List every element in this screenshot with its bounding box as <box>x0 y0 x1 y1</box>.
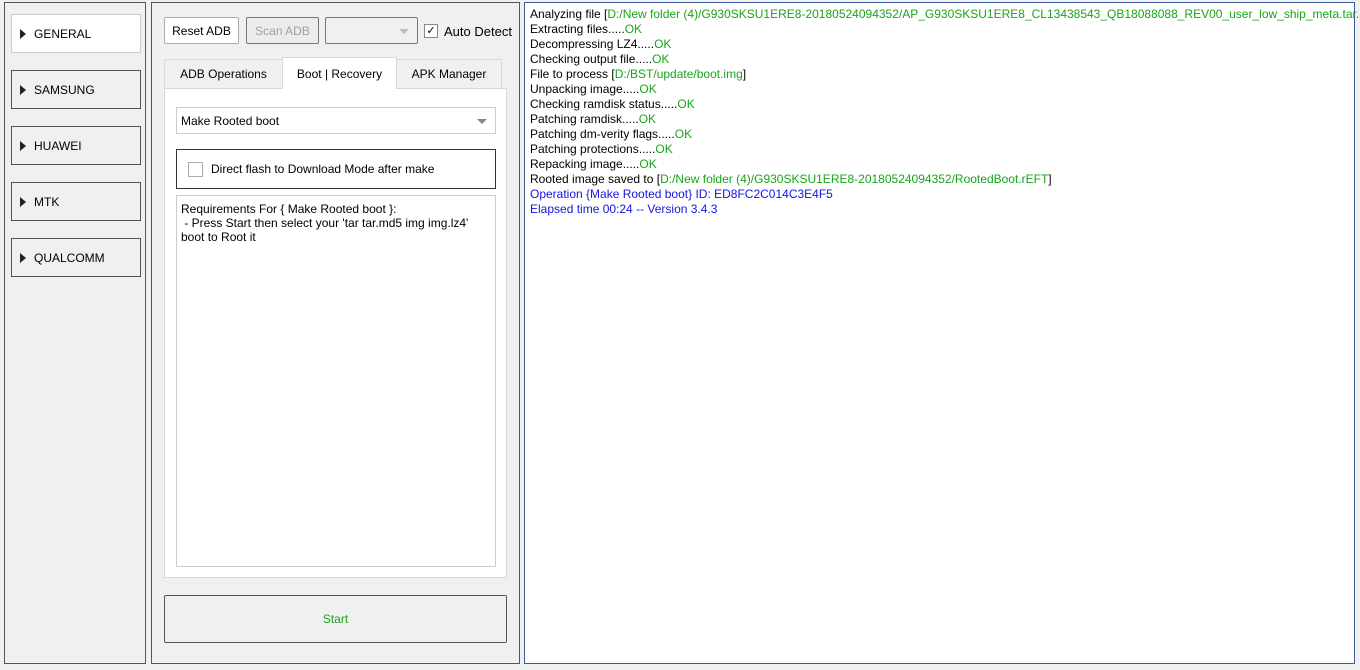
log-ok: OK <box>624 22 643 36</box>
log-line: Repacking image.....OK <box>530 157 1349 172</box>
requirements-line: boot to Root it <box>181 230 256 244</box>
expand-arrow-icon <box>20 252 26 263</box>
operations-panel: Reset ADB Scan ADB ✓ Auto Detect ADB Ope… <box>151 2 520 664</box>
log-ok: OK <box>654 37 672 51</box>
log-text: Analyzing file [ <box>530 7 608 21</box>
requirements-textbox[interactable]: Requirements For { Make Rooted boot }: -… <box>176 195 496 567</box>
expand-arrow-icon <box>20 196 26 207</box>
category-sidebar: GENERAL SAMSUNG HUAWEI MTK QUALCOMM <box>4 2 146 664</box>
log-line: Rooted image saved to [D:/New folder (4)… <box>530 172 1349 187</box>
chevron-down-icon <box>399 28 409 34</box>
log-text: Rooted image saved to [ <box>530 172 661 186</box>
log-line: Patching protections.....OK <box>530 142 1349 157</box>
log-ok: OK <box>677 97 695 111</box>
log-info-line: Elapsed time 00:24 -- Version 3.4.3 <box>530 202 718 216</box>
start-button[interactable]: Start <box>164 595 507 643</box>
log-line: File to process [D:/BST/update/boot.img] <box>530 67 1349 82</box>
log-line: Extracting files.....OK <box>530 22 1349 37</box>
log-ok: OK <box>639 82 657 96</box>
expand-arrow-icon <box>20 84 26 95</box>
log-text: Unpacking image..... <box>530 82 640 96</box>
log-line: Patching dm-verity flags.....OK <box>530 127 1349 142</box>
tab-boot-recovery[interactable]: Boot | Recovery <box>282 57 397 89</box>
scan-adb-button[interactable]: Scan ADB <box>246 17 319 44</box>
log-ok: OK <box>655 142 673 156</box>
log-line: Analyzing file [D:/New folder (4)/G930SK… <box>530 7 1360 22</box>
sidebar-item-general[interactable]: GENERAL <box>11 14 141 53</box>
log-text: Repacking image..... <box>530 157 640 171</box>
log-text: Checking output file..... <box>530 52 653 66</box>
sidebar-item-label: MTK <box>34 194 60 209</box>
log-line: Checking ramdisk status.....OK <box>530 97 1349 112</box>
sidebar-item-qualcomm[interactable]: QUALCOMM <box>11 238 141 277</box>
port-select[interactable] <box>325 17 418 44</box>
log-text: Decompressing LZ4..... <box>530 37 655 51</box>
log-ok: OK <box>674 127 693 141</box>
reset-adb-button[interactable]: Reset ADB <box>164 17 239 44</box>
log-text: Patching protections..... <box>530 142 656 156</box>
expand-arrow-icon <box>20 140 26 151</box>
log-text: File to process [ <box>530 67 615 81</box>
log-path: D:/New folder (4)/G930SKSU1ERE8-20180524… <box>660 172 1049 186</box>
requirements-line: Requirements For { Make Rooted boot }: <box>181 202 397 216</box>
operation-select-value: Make Rooted boot <box>181 114 280 128</box>
tab-adb-operations[interactable]: ADB Operations <box>164 59 283 89</box>
log-text: Patching ramdisk..... <box>530 112 639 126</box>
requirements-line: - Press Start then select your 'tar tar.… <box>181 216 469 230</box>
direct-flash-label[interactable]: Direct flash to Download Mode after make <box>211 162 434 176</box>
log-line: Decompressing LZ4.....OK <box>530 37 1349 52</box>
auto-detect-label: Auto Detect <box>444 24 512 39</box>
sidebar-item-huawei[interactable]: HUAWEI <box>11 126 141 165</box>
chevron-down-icon <box>477 118 487 124</box>
sidebar-item-label: QUALCOMM <box>34 250 105 265</box>
log-output[interactable]: Analyzing file [D:/New folder (4)/G930SK… <box>524 2 1360 664</box>
sidebar-item-label: SAMSUNG <box>34 82 95 97</box>
log-line: Checking output file.....OK <box>530 52 1349 67</box>
log-ok: OK <box>638 112 657 126</box>
sidebar-item-label: HUAWEI <box>34 138 82 153</box>
direct-flash-checkbox[interactable] <box>188 161 203 177</box>
log-ok: OK <box>639 157 657 171</box>
sidebar-item-label: GENERAL <box>34 26 92 41</box>
direct-flash-group: Direct flash to Download Mode after make <box>176 149 496 189</box>
log-ok: OK <box>652 52 670 66</box>
log-text: Checking ramdisk status..... <box>530 97 678 111</box>
log-text: Extracting files..... <box>530 22 625 36</box>
log-path: D:/BST/update/boot.img <box>614 67 743 81</box>
log-info-line: Operation {Make Rooted boot} ID: ED8FC2C… <box>530 187 833 201</box>
sidebar-item-samsung[interactable]: SAMSUNG <box>11 70 141 109</box>
log-line: Unpacking image.....OK <box>530 82 1349 97</box>
tab-apk-manager[interactable]: APK Manager <box>396 59 502 89</box>
log-text: ] <box>742 67 747 81</box>
auto-detect-checkbox[interactable]: ✓ <box>424 24 438 38</box>
operation-select[interactable]: Make Rooted boot <box>176 107 496 134</box>
sidebar-item-mtk[interactable]: MTK <box>11 182 141 221</box>
log-line: Patching ramdisk.....OK <box>530 112 1349 127</box>
expand-arrow-icon <box>20 28 26 39</box>
log-path: D:/New folder (4)/G930SKSU1ERE8-20180524… <box>607 7 1360 21</box>
log-text: Patching dm-verity flags..... <box>530 127 675 141</box>
log-text: ] <box>1048 172 1052 186</box>
